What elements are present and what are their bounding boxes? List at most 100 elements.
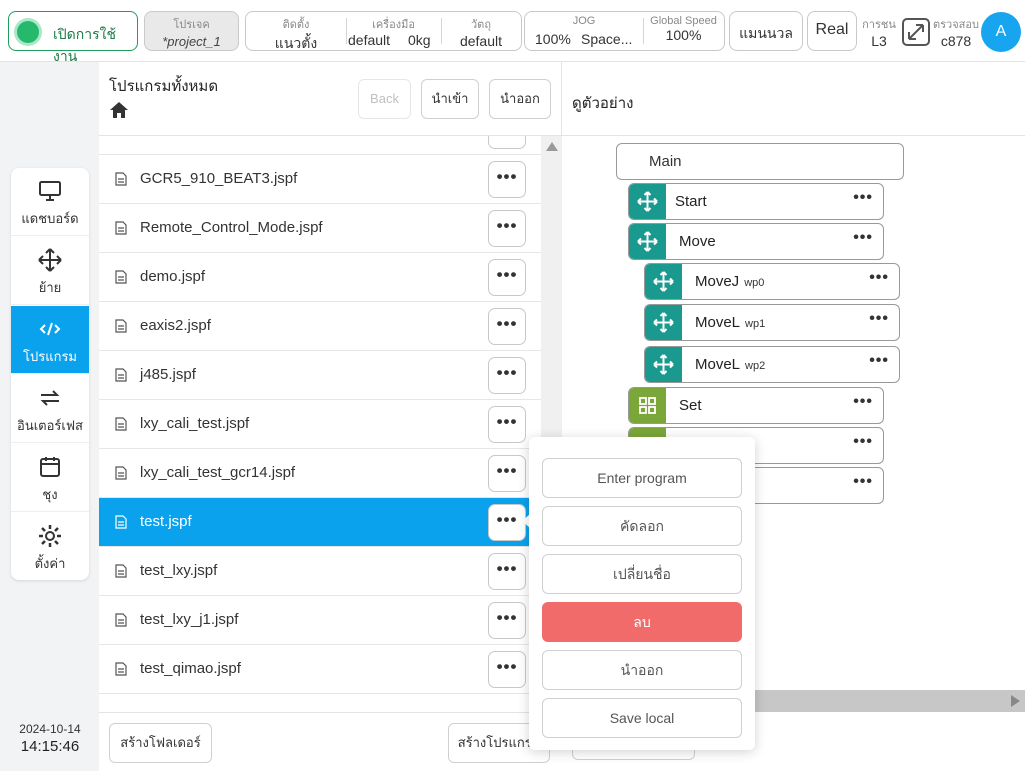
export-button[interactable]: นำออก (489, 79, 551, 119)
more-button[interactable]: ••• (488, 406, 526, 443)
node-more-button[interactable]: ••• (869, 269, 889, 287)
collision-indicator[interactable]: การชน L3 (861, 15, 897, 51)
menu-copy[interactable]: คัดลอก (542, 506, 742, 546)
context-menu: Enter program คัดลอก เปลี่ยนชื่อ ลบ นำออ… (529, 437, 755, 750)
object-label: วัตถุ (471, 19, 491, 31)
list-item[interactable]: j485.jspf ••• (99, 351, 541, 400)
calendar-icon (40, 457, 60, 477)
move-icon (629, 224, 666, 259)
global-speed-cell[interactable]: Global Speed 100% (643, 12, 724, 50)
list-item-selected[interactable]: test.jspf ••• (99, 498, 541, 547)
real-mode-button[interactable]: Real (807, 11, 857, 51)
tree-node-move[interactable]: Move ••• (628, 223, 884, 260)
check-indicator[interactable]: ตรวจสอบ c878 (932, 15, 980, 51)
node-more-button[interactable]: ••• (853, 433, 873, 451)
more-button[interactable]: ••• (488, 136, 526, 149)
interface-icon (40, 390, 60, 406)
list-item[interactable]: demo.jspf ••• (99, 253, 541, 302)
more-button[interactable]: ••• (488, 210, 526, 247)
clock-time: 14:15:46 (20, 738, 80, 755)
nav-item-settings[interactable]: ตั้งค่า (11, 513, 89, 580)
import-button[interactable]: นำเข้า (421, 79, 479, 119)
home-icon[interactable] (109, 100, 129, 120)
more-button[interactable]: ••• (488, 308, 526, 345)
tool-weight: 0kg (408, 32, 431, 48)
node-more-button[interactable]: ••• (853, 473, 873, 491)
real-label: Real (815, 21, 849, 38)
nav-item-interface[interactable]: อินเตอร์เฟส (11, 375, 89, 443)
check-value: c878 (940, 33, 972, 49)
list-item[interactable]: test_qimao.jspf ••• (99, 645, 541, 694)
menu-rename[interactable]: เปลี่ยนชื่อ (542, 554, 742, 594)
manual-label: แมนนวล (739, 25, 793, 41)
expand-icon[interactable] (901, 17, 931, 47)
manual-mode-button[interactable]: แมนนวล (729, 11, 803, 51)
more-button[interactable]: ••• (488, 602, 526, 639)
tree-node-set[interactable]: Set ••• (628, 387, 884, 424)
preview-title: ดูตัวอย่าง (572, 95, 634, 112)
file-browser-title: โปรแกรมทั้งหมด (109, 78, 219, 95)
nav-item-move[interactable]: ย้าย (11, 237, 89, 305)
list-item[interactable]: Remote_Control_Mode.jspf ••• (99, 204, 541, 253)
file-list: ••• GCR5_910_BEAT3.jspf ••• Remote_Contr… (99, 136, 541, 712)
node-more-button[interactable]: ••• (869, 310, 889, 328)
more-button[interactable]: ••• (488, 651, 526, 688)
project-label: โปรเจค (173, 19, 210, 31)
more-button[interactable]: ••• (488, 357, 526, 394)
list-item[interactable]: lxy_cali_test.jspf ••• (99, 400, 541, 449)
tree-node-movel-2[interactable]: MoveL wp2 ••• (644, 346, 900, 383)
nav-label-interface: อินเตอร์เฟส (17, 418, 83, 433)
nav-item-dashboard[interactable]: แดชบอร์ด (11, 168, 89, 236)
tree-node-start[interactable]: Start ••• (628, 183, 884, 220)
file-icon (115, 466, 127, 480)
grid-icon (629, 388, 666, 423)
tree-node-label: Move (679, 233, 716, 250)
menu-enter-program[interactable]: Enter program (542, 458, 742, 498)
installation-group[interactable]: ติดตั้ง แนวตั้ง เครื่องมือ default 0kg ว… (245, 11, 522, 51)
project-value: *project_1 (162, 34, 221, 49)
node-more-button[interactable]: ••• (853, 189, 873, 207)
file-name: GCR5_910_BEAT3.jspf (140, 170, 298, 187)
list-item[interactable]: GCR5_910_BEAT3.jspf ••• (99, 155, 541, 204)
clock-date: 2024-10-14 (19, 722, 81, 736)
jog-cell[interactable]: JOG 100% Space... (525, 12, 643, 50)
more-button[interactable]: ••• (488, 504, 526, 541)
menu-save-local[interactable]: Save local (542, 698, 742, 738)
menu-export[interactable]: นำออก (542, 650, 742, 690)
back-button[interactable]: Back (358, 79, 411, 119)
more-button[interactable]: ••• (488, 455, 526, 492)
more-button[interactable]: ••• (488, 553, 526, 590)
project-selector[interactable]: โปรเจค *project_1 (144, 11, 239, 51)
nav-item-schedule[interactable]: ชุง (11, 444, 89, 512)
list-item[interactable]: lxy_cali_test_gcr14.jspf ••• (99, 449, 541, 498)
power-status-icon (17, 21, 39, 43)
menu-delete[interactable]: ลบ (542, 602, 742, 642)
enable-button[interactable]: เปิดการใช้งาน (8, 11, 138, 64)
node-more-button[interactable]: ••• (869, 352, 889, 370)
node-more-button[interactable]: ••• (853, 393, 873, 411)
list-item[interactable]: ••• (99, 136, 541, 155)
list-item[interactable]: test_lxy.jspf ••• (99, 547, 541, 596)
more-button[interactable]: ••• (488, 161, 526, 198)
new-folder-button[interactable]: สร้างโฟลเดอร์ (109, 723, 212, 763)
jog-speed-group[interactable]: JOG 100% Space... Global Speed 100% (524, 11, 725, 51)
user-avatar[interactable]: A (981, 12, 1021, 52)
nav-item-program[interactable]: โปรแกรม (11, 306, 89, 374)
list-item[interactable]: test_lxy_j1.jspf ••• (99, 596, 541, 645)
tree-node-movej[interactable]: MoveJ wp0 ••• (644, 263, 900, 300)
scroll-up-icon[interactable] (546, 142, 558, 151)
install-cell[interactable]: ติดตั้ง แนวตั้ง (246, 12, 346, 51)
tree-root[interactable]: Main (616, 143, 904, 180)
more-button[interactable]: ••• (488, 259, 526, 296)
file-name: test_lxy.jspf (140, 562, 218, 579)
scroll-right-icon[interactable] (1011, 695, 1020, 707)
tool-cell[interactable]: เครื่องมือ default 0kg (346, 12, 441, 50)
node-more-button[interactable]: ••• (853, 229, 873, 247)
tree-node-movel-1[interactable]: MoveL wp1 ••• (644, 304, 900, 341)
file-name: eaxis2.jspf (140, 317, 211, 334)
move-icon (38, 248, 62, 272)
tool-label: เครื่องมือ (372, 19, 415, 31)
tree-node-label: MoveL wp2 (695, 356, 766, 373)
object-cell[interactable]: วัตถุ default (441, 12, 521, 50)
list-item[interactable]: eaxis2.jspf ••• (99, 302, 541, 351)
